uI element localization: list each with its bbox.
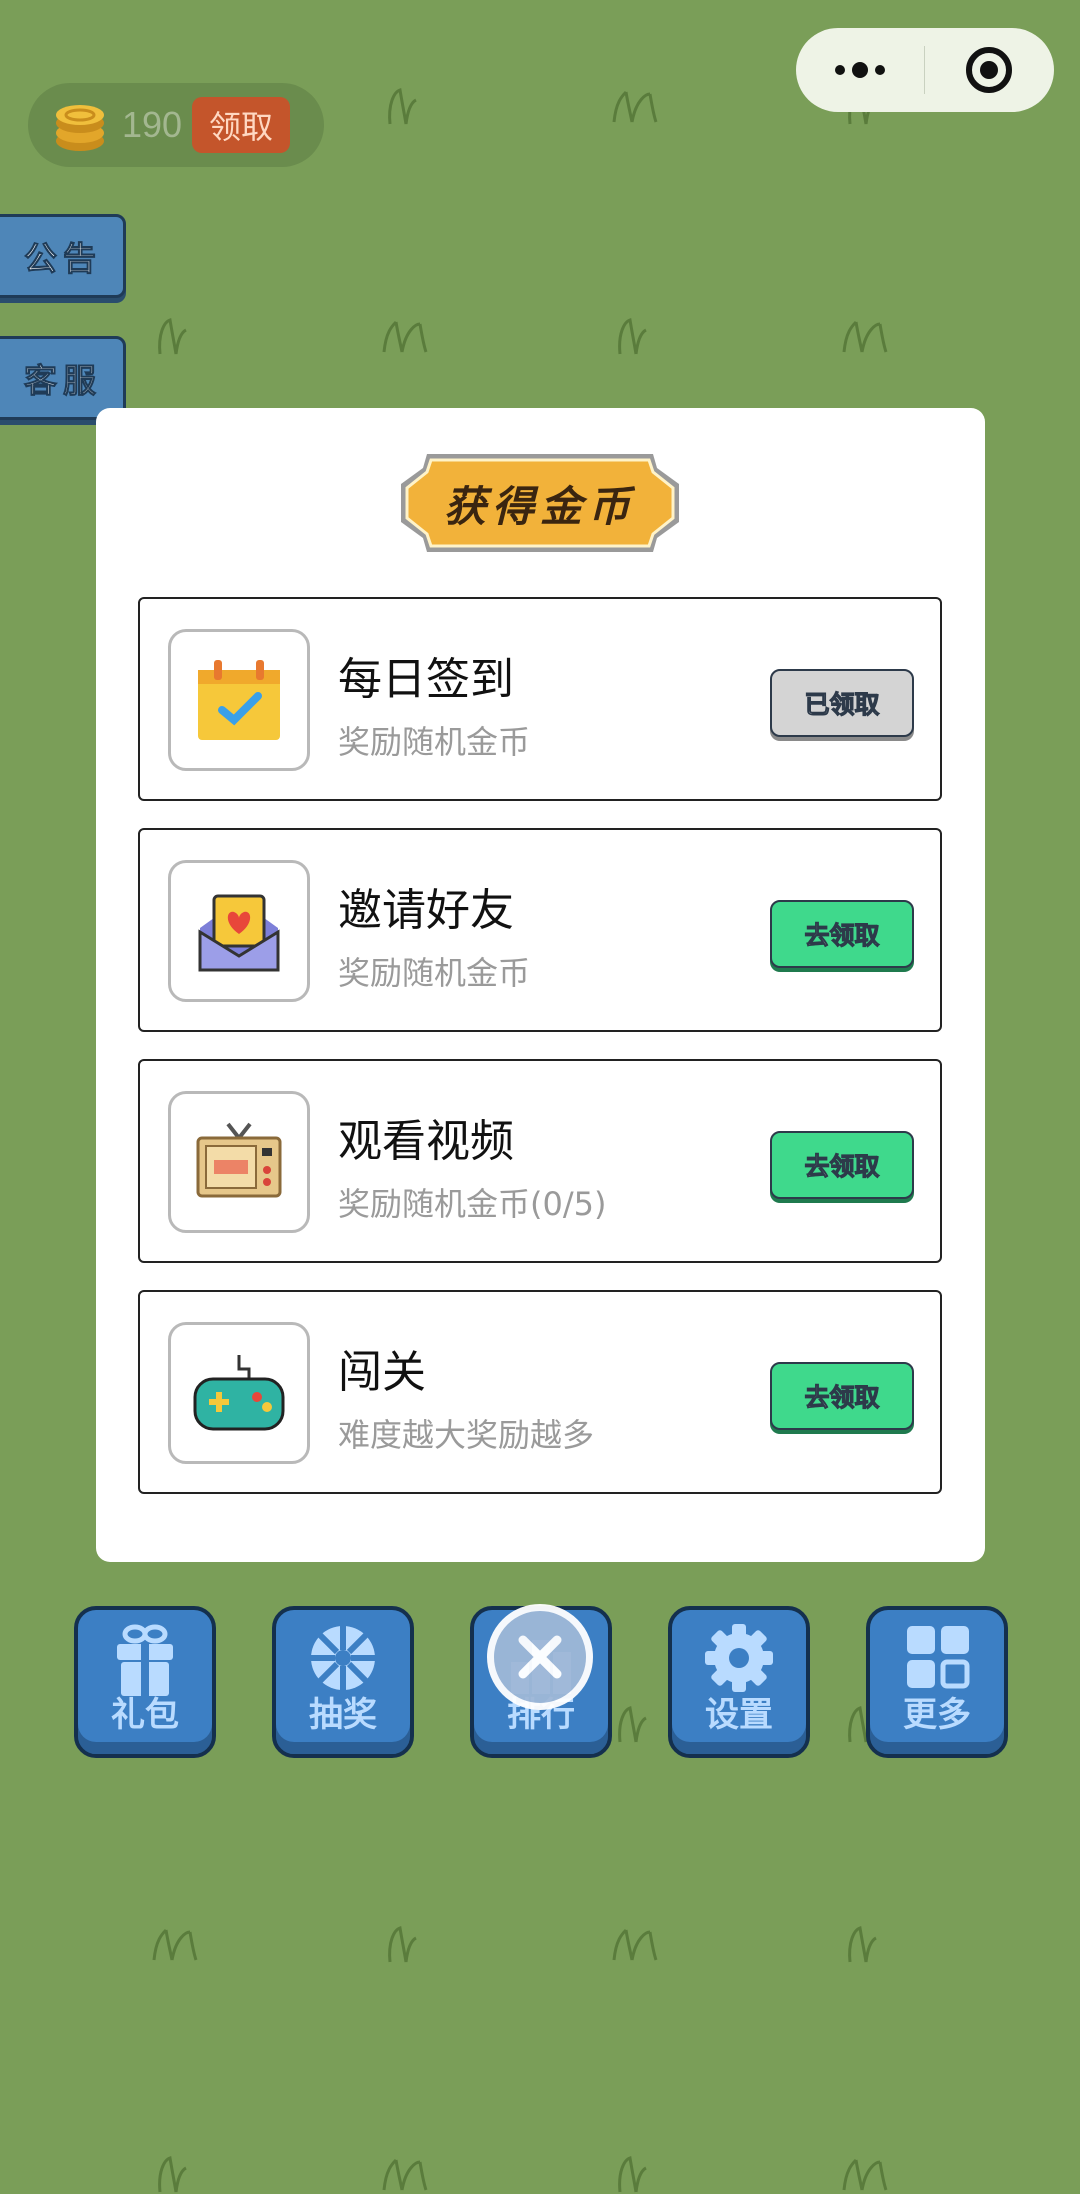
task-claim-button[interactable]: 去领取: [770, 1362, 914, 1430]
grass-decoration: [836, 1920, 900, 1964]
invite-envelope-icon: [198, 894, 280, 972]
miniprogram-capsule: [796, 28, 1054, 112]
grass-decoration: [606, 2150, 670, 2194]
more-dots-icon: [835, 62, 885, 78]
task-icon-box: [168, 1091, 310, 1233]
grid-icon: [907, 1626, 970, 1689]
nav-settings-button[interactable]: 设置: [668, 1606, 810, 1758]
nav-gift-label: 礼包: [111, 1695, 179, 1735]
task-title: 邀请好友: [338, 885, 514, 936]
tv-video-icon: [196, 1122, 282, 1198]
task-claimed-button[interactable]: 已领取: [770, 669, 914, 737]
nav-gift-button[interactable]: 礼包: [74, 1606, 216, 1758]
grass-decoration: [606, 82, 670, 126]
nav-more-label: 更多: [903, 1695, 971, 1735]
calendar-check-icon: [198, 660, 280, 740]
nav-settings-label: 设置: [705, 1695, 773, 1735]
grass-decoration: [376, 82, 440, 126]
task-title: 观看视频: [338, 1116, 514, 1167]
grass-decoration: [146, 2150, 210, 2194]
nav-more-button[interactable]: 更多: [866, 1606, 1008, 1758]
modal-title-banner: 获得金币: [397, 448, 683, 558]
task-desc: 奖励随机金币: [338, 954, 531, 992]
task-daily-checkin: 每日签到 奖励随机金币 已领取: [138, 597, 942, 801]
grass-decoration: [606, 1920, 670, 1964]
gear-icon: [705, 1624, 773, 1692]
close-miniprogram-button[interactable]: [925, 28, 1053, 112]
announcement-tab[interactable]: 公告: [0, 214, 126, 298]
task-level-challenge: 闯关 难度越大奖励越多 去领取: [138, 1290, 942, 1494]
modal-close-button[interactable]: [487, 1604, 593, 1710]
coin-counter: 190 领取: [28, 83, 324, 167]
nav-lottery-button[interactable]: 抽奖: [272, 1606, 414, 1758]
get-coins-modal: 获得金币 每日签到 奖励随机金币 已领取 邀请好友 奖励随机金币 去领取 观看视…: [96, 408, 985, 1562]
grass-decoration: [376, 312, 440, 356]
wheel-icon: [311, 1626, 375, 1690]
claim-coins-button[interactable]: 领取: [192, 97, 290, 153]
task-icon-box: [168, 1322, 310, 1464]
grass-decoration: [146, 312, 210, 356]
grass-decoration: [376, 1920, 440, 1964]
task-desc: 奖励随机金币(0/5): [338, 1185, 607, 1223]
task-desc: 奖励随机金币: [338, 723, 531, 761]
task-title: 每日签到: [338, 654, 514, 705]
target-close-icon: [966, 47, 1012, 93]
coin-stack-icon: [56, 105, 104, 151]
grass-decoration: [146, 1920, 210, 1964]
gamepad-icon: [193, 1355, 285, 1431]
task-icon-box: [168, 629, 310, 771]
grass-decoration: [376, 2150, 440, 2194]
grass-decoration: [606, 1700, 670, 1744]
task-claim-button[interactable]: 去领取: [770, 900, 914, 968]
task-icon-box: [168, 860, 310, 1002]
grass-decoration: [836, 2150, 900, 2194]
grass-decoration: [606, 312, 670, 356]
gift-icon: [117, 1624, 173, 1696]
more-button[interactable]: [796, 28, 924, 112]
coin-count: 190: [122, 104, 183, 145]
task-title: 闯关: [338, 1347, 426, 1398]
task-watch-video: 观看视频 奖励随机金币(0/5) 去领取: [138, 1059, 942, 1263]
task-desc: 难度越大奖励越多: [338, 1416, 595, 1454]
task-invite-friends: 邀请好友 奖励随机金币 去领取: [138, 828, 942, 1032]
nav-lottery-label: 抽奖: [309, 1695, 377, 1735]
close-icon: [518, 1635, 562, 1679]
modal-title: 获得金币: [443, 481, 636, 531]
grass-decoration: [836, 312, 900, 356]
task-claim-button[interactable]: 去领取: [770, 1131, 914, 1199]
